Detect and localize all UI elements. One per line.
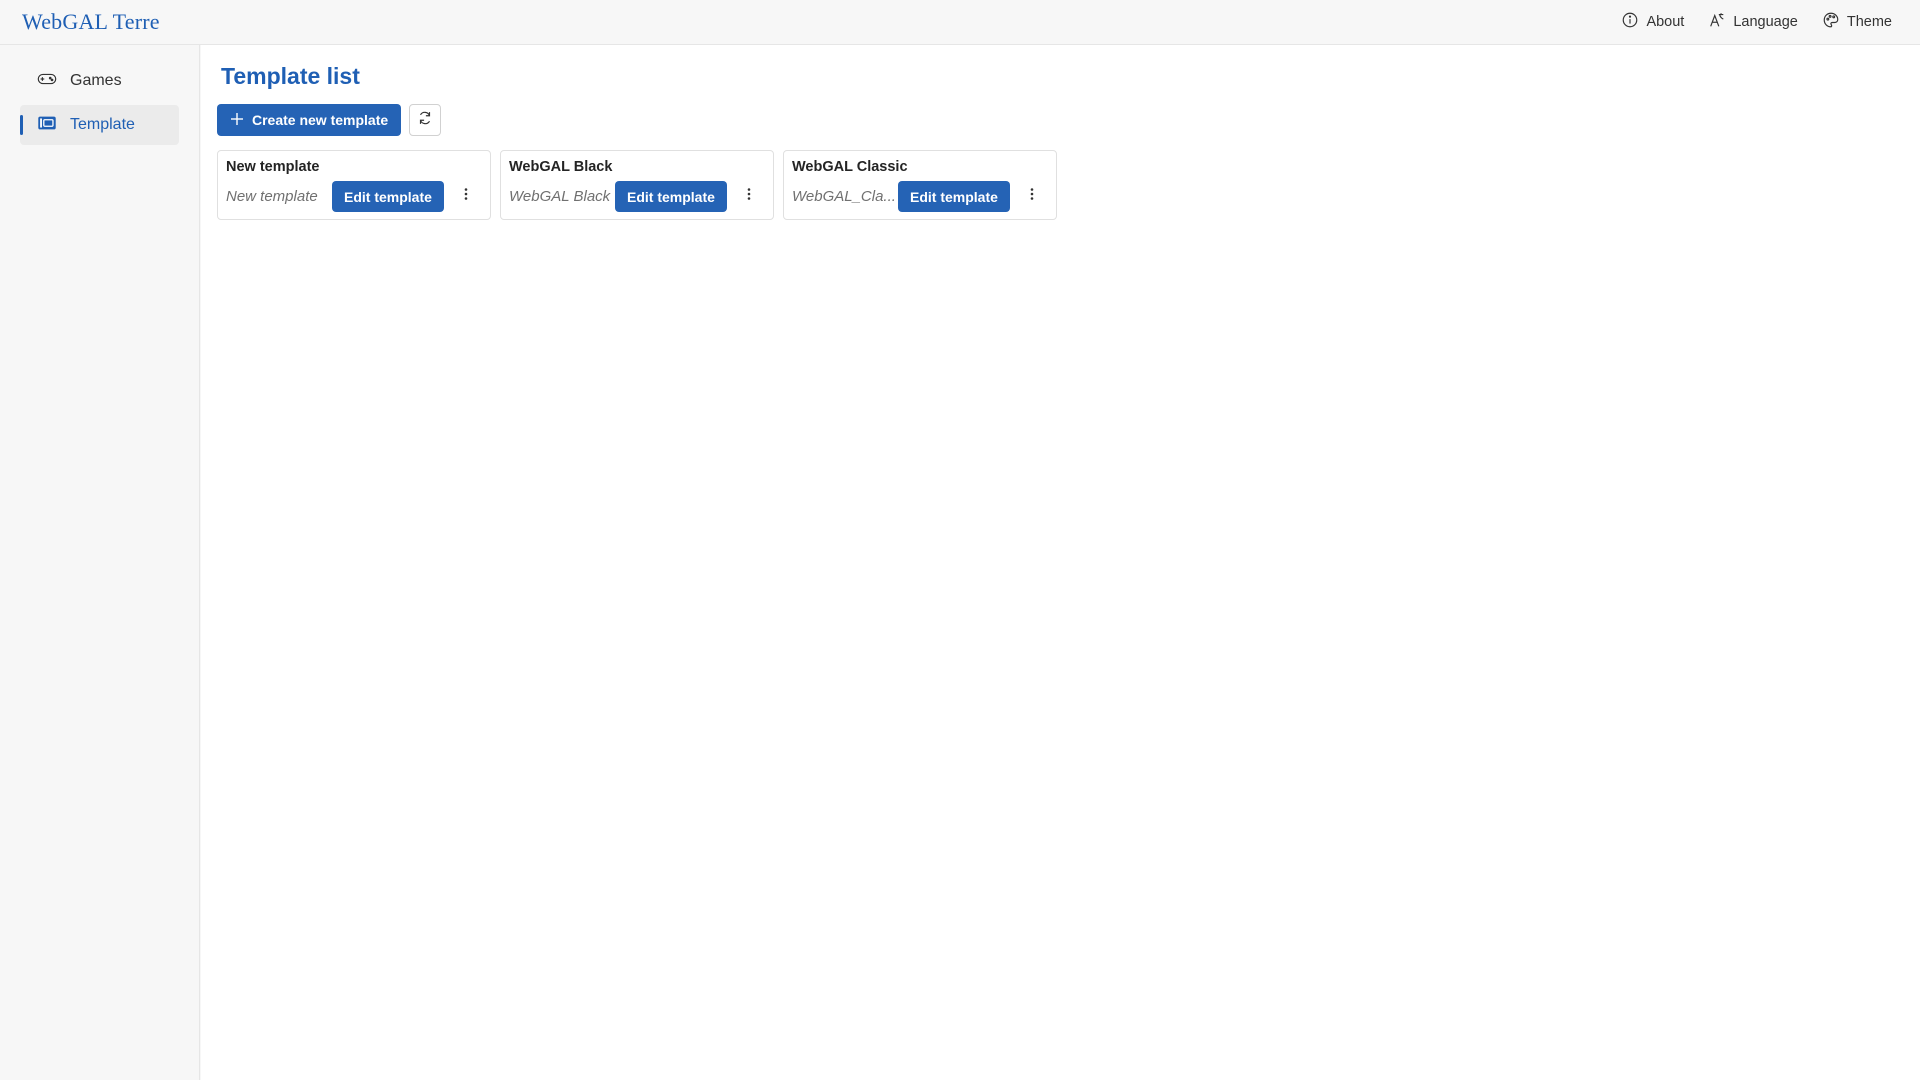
template-card: New template New template Edit template [217, 150, 491, 220]
main-content: Template list Create new template New te… [201, 45, 1920, 1080]
template-name: New template [226, 159, 320, 175]
top-actions: About Language Theme [1613, 5, 1900, 39]
gamepad-icon [36, 68, 58, 95]
sidebar-item-label: Template [70, 116, 135, 133]
theme-label: Theme [1846, 14, 1892, 30]
template-name: WebGAL Classic [792, 159, 908, 175]
template-card: WebGAL Classic WebGAL_Cla... Edit templa… [783, 150, 1057, 220]
palette-icon [1822, 11, 1840, 33]
template-card: WebGAL Black WebGAL Black Edit template [500, 150, 774, 220]
edit-template-button[interactable]: Edit template [898, 181, 1010, 212]
toolbar: Create new template [217, 104, 1904, 136]
refresh-icon [416, 109, 434, 132]
edit-template-button[interactable]: Edit template [615, 181, 727, 212]
refresh-button[interactable] [409, 104, 442, 136]
plus-icon [230, 112, 244, 129]
about-label: About [1646, 14, 1685, 30]
language-label: Language [1733, 14, 1798, 30]
theme-button[interactable]: Theme [1814, 5, 1900, 39]
top-bar: WebGAL Terre About Language Theme [0, 0, 1920, 45]
template-icon [36, 112, 58, 139]
template-dir: WebGAL_Cla... [792, 188, 896, 205]
sidebar-item-label: Games [70, 72, 122, 89]
info-icon [1621, 11, 1639, 33]
sidebar-item-games[interactable]: Games [20, 61, 179, 101]
more-vertical-icon [741, 186, 757, 207]
template-dir: WebGAL Black [509, 188, 611, 205]
template-dir: New template [226, 188, 318, 205]
page-title: Template list [221, 63, 360, 89]
template-name: WebGAL Black [509, 159, 613, 175]
more-options-button[interactable] [450, 181, 482, 212]
create-template-label: Create new template [252, 112, 389, 128]
more-vertical-icon [458, 186, 474, 207]
more-options-button[interactable] [1016, 181, 1048, 212]
translate-icon [1708, 11, 1726, 33]
app-brand: WebGAL Terre [22, 9, 160, 34]
more-vertical-icon [1024, 186, 1040, 207]
template-list: New template New template Edit template … [217, 150, 1904, 220]
sidebar: Games Template [0, 45, 200, 1080]
edit-template-button[interactable]: Edit template [332, 181, 444, 212]
sidebar-item-template[interactable]: Template [20, 105, 179, 145]
more-options-button[interactable] [733, 181, 765, 212]
about-button[interactable]: About [1613, 5, 1692, 39]
create-template-button[interactable]: Create new template [217, 104, 402, 136]
language-button[interactable]: Language [1700, 5, 1806, 39]
